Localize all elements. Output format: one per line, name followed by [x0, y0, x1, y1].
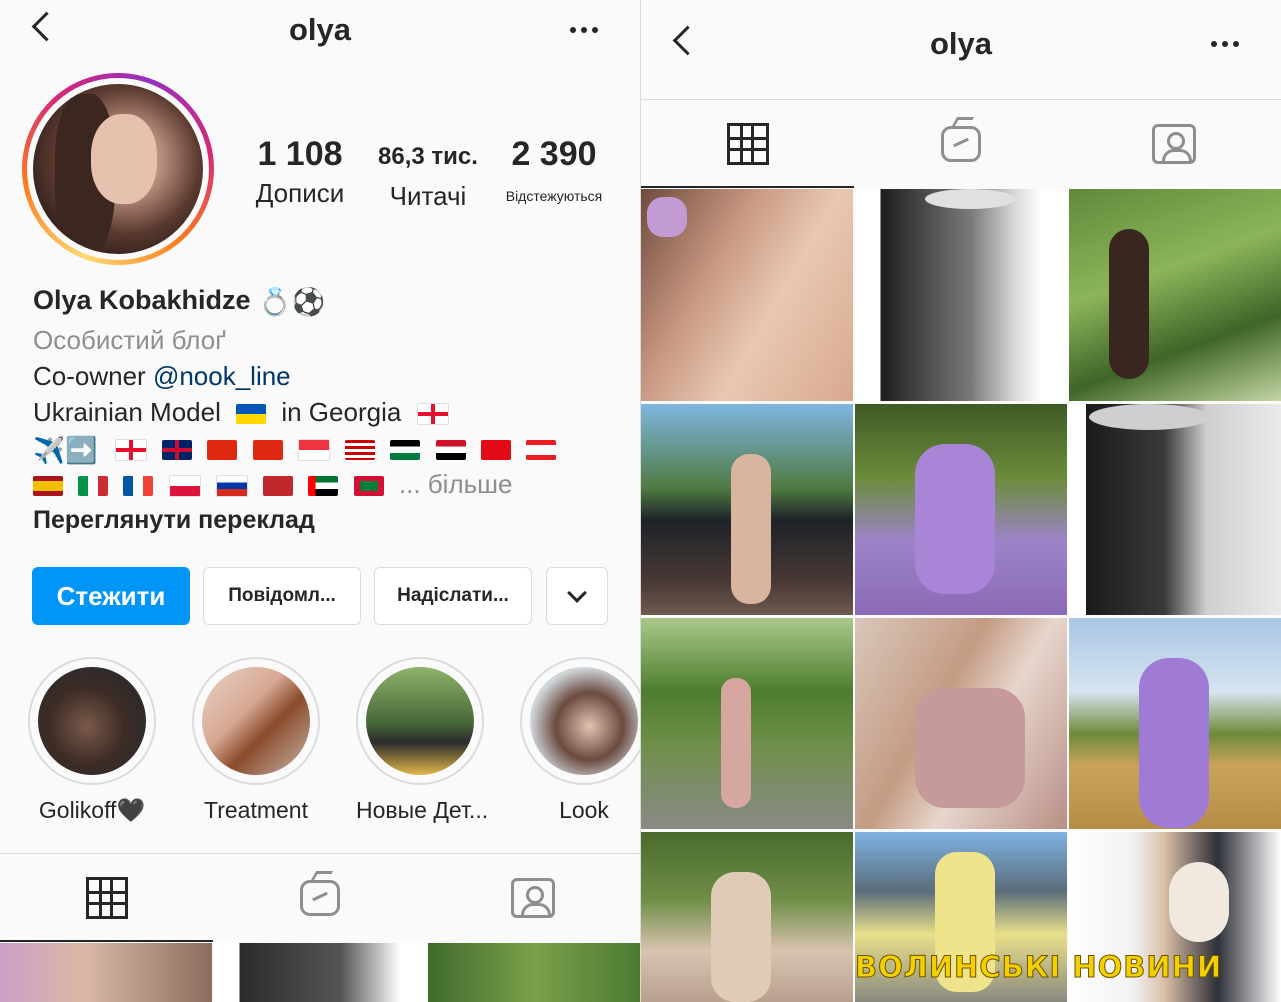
- avatar[interactable]: [22, 73, 214, 265]
- message-button[interactable]: Повідомл...: [203, 567, 361, 625]
- highlight-label: Treatment: [204, 797, 308, 823]
- grid-icon: [85, 877, 128, 919]
- post-thumbnail[interactable]: [641, 189, 853, 401]
- bio-line-coowner: Co-owner @nook_line: [33, 361, 291, 392]
- bio-line-flags: ✈️➡️: [33, 433, 564, 466]
- posts-count: 1 108: [257, 135, 343, 173]
- suggested-dropdown-button[interactable]: [546, 567, 608, 625]
- back-icon[interactable]: [31, 11, 62, 42]
- georgia-flag-icon: [114, 439, 147, 462]
- bio-line-flags-2: ... більше: [33, 469, 512, 500]
- bio-model-text: Ukrainian Model: [33, 397, 221, 427]
- post-thumbnail[interactable]: [855, 404, 1067, 615]
- following-label: Відстежуються: [505, 188, 603, 204]
- profile-tabs: [641, 99, 1281, 188]
- tab-igtv[interactable]: [854, 100, 1067, 188]
- singapore-flag-icon: [297, 439, 330, 462]
- page-title: olya: [929, 26, 993, 61]
- poland-flag-icon: [168, 475, 201, 498]
- turkey-flag-icon: [480, 440, 511, 461]
- france-flag-icon: [123, 476, 154, 497]
- post-thumbnail[interactable]: [1069, 404, 1281, 615]
- post-thumbnail[interactable]: [1069, 618, 1281, 829]
- bio-more-link[interactable]: ... більше: [399, 469, 513, 499]
- jordan-flag-icon: [390, 440, 421, 461]
- post-thumbnail[interactable]: [0, 943, 212, 1002]
- ring-ball-emoji: 💍⚽: [258, 286, 326, 317]
- italy-flag-icon: [78, 476, 109, 497]
- grid-icon: [726, 123, 769, 165]
- post-thumbnail[interactable]: [641, 618, 853, 829]
- followers-stat[interactable]: 86,3 тис. Читачі: [366, 143, 490, 212]
- tab-tagged[interactable]: [1067, 100, 1280, 188]
- morocco-flag-icon: [263, 476, 294, 497]
- uk-flag-icon: [162, 440, 193, 461]
- following-stat[interactable]: 2 390 Відстежуються: [494, 135, 614, 204]
- georgia-flag-icon: [416, 403, 449, 426]
- plane-arrow-emoji: ✈️➡️: [33, 434, 98, 465]
- profile-name-text: Olya Kobakhidze: [33, 285, 251, 315]
- malaysia-flag-icon: [345, 440, 376, 461]
- highlight-label: Новые Дет...: [356, 797, 489, 823]
- post-thumbnail[interactable]: [1069, 189, 1281, 401]
- post-thumbnail[interactable]: [214, 943, 426, 1002]
- lebanon-flag-icon: [526, 440, 557, 461]
- tagged-icon: [510, 878, 555, 918]
- back-icon[interactable]: [672, 25, 703, 56]
- highlight-golikoff[interactable]: Golikoff🖤: [28, 657, 156, 824]
- tagged-icon: [1151, 124, 1196, 164]
- posts-grid-panel: olya: [641, 0, 1281, 1002]
- highlight-look[interactable]: Look: [520, 657, 640, 824]
- highlight-new-kids[interactable]: Новые Дет...: [356, 657, 489, 824]
- posts-stat: 1 108 Дописи: [245, 135, 355, 209]
- china-flag-icon: [207, 440, 238, 461]
- following-count: 2 390: [511, 135, 597, 173]
- tab-tagged[interactable]: [426, 854, 639, 942]
- post-thumbnail[interactable]: [428, 943, 640, 1002]
- chevron-down-icon: [567, 583, 587, 603]
- mention-link[interactable]: @nook_line: [153, 361, 291, 391]
- posts-label: Дописи: [255, 178, 345, 208]
- tab-posts[interactable]: [0, 854, 213, 942]
- post-thumbnail[interactable]: [855, 189, 1067, 401]
- spain-flag-icon: [33, 476, 63, 497]
- watermark-text: ВОЛИНСЬКІ НОВИНИ: [854, 950, 1223, 985]
- profile-name: Olya Kobakhidze 💍⚽: [33, 285, 325, 318]
- followers-label: Читачі: [389, 181, 467, 211]
- bio-georgia-text: in Georgia: [281, 397, 402, 427]
- highlight-treatment[interactable]: Treatment: [192, 657, 320, 824]
- follow-button[interactable]: Стежити: [32, 567, 190, 625]
- post-thumbnail[interactable]: [855, 618, 1067, 829]
- send-button[interactable]: Надіслати...: [374, 567, 532, 625]
- igtv-icon: [299, 880, 340, 916]
- see-translation-link[interactable]: Переглянути переклад: [33, 506, 315, 535]
- igtv-icon: [940, 126, 981, 162]
- post-thumbnail[interactable]: [641, 832, 853, 1002]
- egypt-flag-icon: [435, 440, 466, 461]
- ukraine-flag-icon: [236, 404, 267, 425]
- more-icon[interactable]: [1211, 41, 1239, 47]
- page-title: olya: [288, 12, 352, 47]
- more-icon[interactable]: [570, 27, 598, 33]
- tab-posts[interactable]: [641, 100, 854, 188]
- followers-count: 86,3 тис.: [378, 143, 478, 170]
- post-thumbnail[interactable]: [641, 404, 853, 615]
- bio-line-model: Ukrainian Model in Georgia: [33, 397, 457, 428]
- profile-panel: olya 1 108 Дописи 86,3 тис. Читачі 2 390…: [0, 0, 640, 1002]
- tab-igtv[interactable]: [213, 854, 426, 942]
- hongkong-flag-icon: [252, 440, 283, 461]
- maldives-flag-icon: [353, 476, 384, 497]
- bio-coowner-text: Co-owner: [33, 361, 153, 391]
- russia-flag-icon: [215, 475, 248, 498]
- profile-category: Особистий блоґ: [33, 325, 226, 355]
- profile-tabs: [0, 853, 640, 942]
- highlight-label: Look: [559, 797, 609, 823]
- uae-flag-icon: [308, 476, 339, 497]
- highlight-label: Golikoff🖤: [38, 797, 146, 823]
